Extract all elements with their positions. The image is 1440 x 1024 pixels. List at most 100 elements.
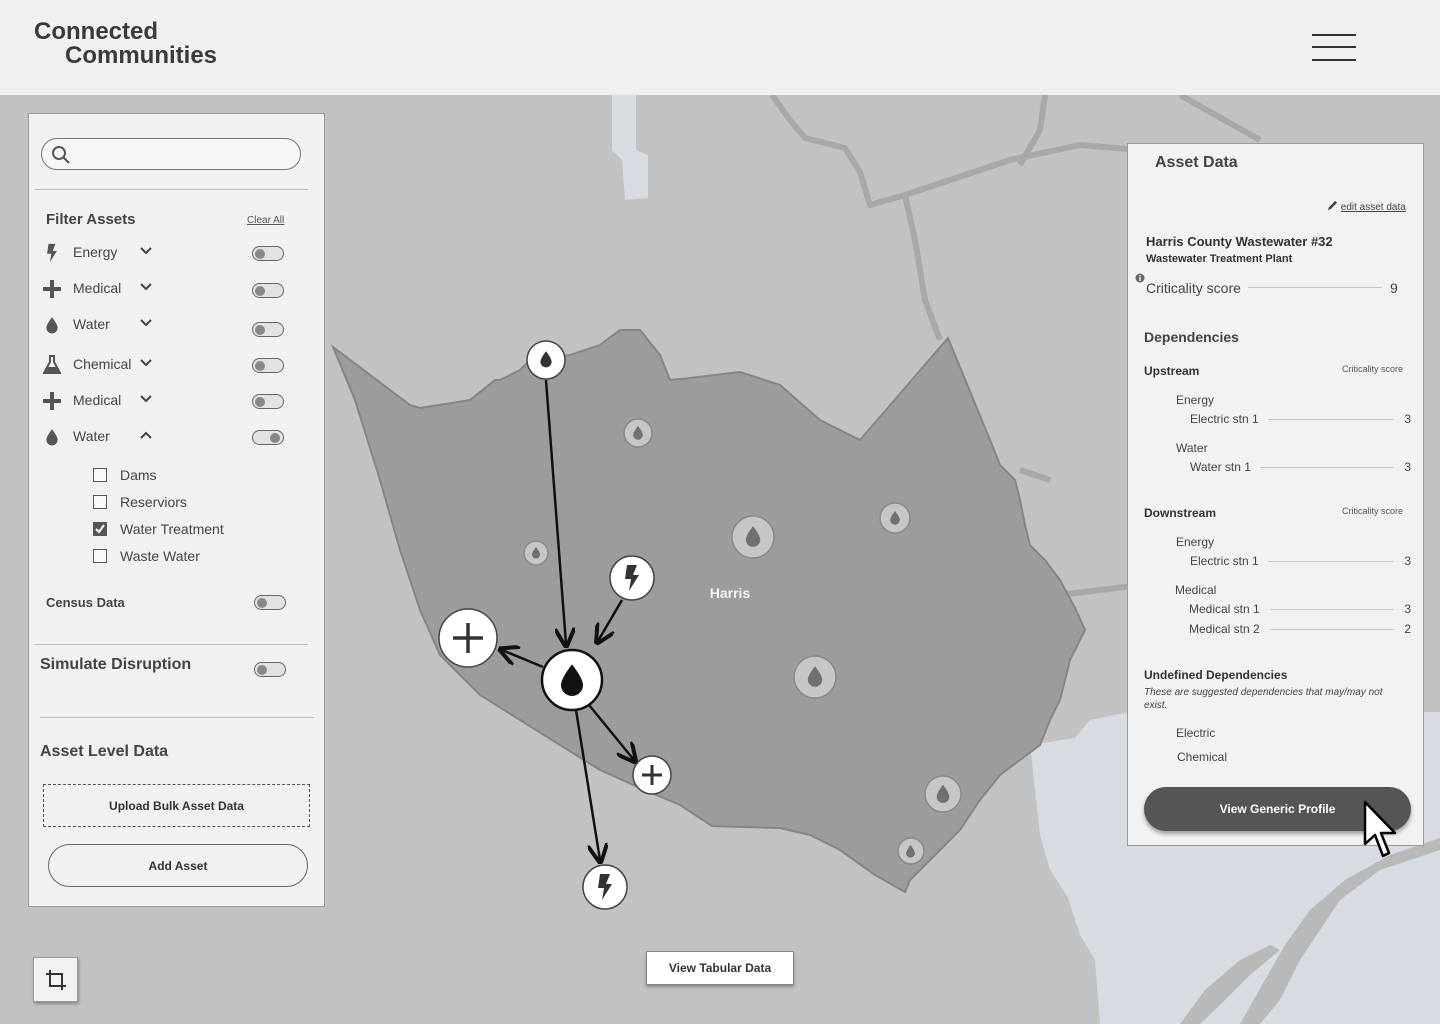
chemical-toggle[interactable] bbox=[252, 358, 284, 373]
criticality-value: 9 bbox=[1390, 280, 1398, 296]
medical-toggle[interactable] bbox=[252, 283, 284, 298]
edit-asset-data-link[interactable]: edit asset data bbox=[1327, 200, 1406, 213]
info-icon[interactable] bbox=[1135, 273, 1145, 283]
dep-item-name[interactable]: Electric stn 1 bbox=[1190, 554, 1259, 568]
filter-label: Chemical bbox=[73, 356, 132, 372]
downstream-medical-marker[interactable] bbox=[438, 608, 498, 668]
dep-item-score: 3 bbox=[1404, 412, 1411, 426]
asset-data-title: Asset Data bbox=[1155, 154, 1238, 171]
water-drop-icon bbox=[41, 427, 63, 447]
water-drop-icon bbox=[41, 315, 63, 335]
filter-label: Medical bbox=[73, 392, 122, 408]
dep-item-score: 3 bbox=[1404, 602, 1411, 616]
energy-toggle[interactable] bbox=[252, 246, 284, 261]
filter-assets-title: Filter Assets bbox=[46, 211, 136, 228]
simulate-disruption-label: Simulate Disruption bbox=[40, 656, 192, 673]
dependencies-title: Dependencies bbox=[1144, 329, 1239, 345]
dep-item-name[interactable]: Water stn 1 bbox=[1190, 460, 1251, 474]
mouse-cursor-icon bbox=[1363, 800, 1397, 858]
asset-type: Wastewater Treatment Plant bbox=[1146, 253, 1293, 265]
upstream-energy-marker[interactable] bbox=[609, 555, 655, 601]
dep-line bbox=[1268, 419, 1394, 420]
edit-asset-data-label: edit asset data bbox=[1340, 202, 1406, 213]
dep-item-name[interactable]: Medical stn 1 bbox=[1189, 602, 1260, 616]
census-data-label: Census Data bbox=[46, 595, 125, 610]
undefined-item[interactable]: Chemical bbox=[1177, 750, 1227, 764]
downstream-energy-marker[interactable] bbox=[582, 864, 628, 910]
app-header: Connected Communities bbox=[0, 0, 1440, 95]
filter-row-energy[interactable]: Energy bbox=[41, 242, 286, 264]
flask-icon bbox=[41, 355, 63, 375]
water-toggle[interactable] bbox=[252, 430, 284, 445]
filter-label: Water bbox=[73, 316, 110, 332]
filter-row-medical[interactable]: Medical bbox=[41, 278, 286, 300]
checkbox[interactable] bbox=[93, 468, 107, 482]
logo-line-2: Communities bbox=[65, 42, 218, 69]
dep-line bbox=[1270, 629, 1394, 630]
dep-item-name[interactable]: Electric stn 1 bbox=[1190, 412, 1259, 426]
dep-item-score: 2 bbox=[1404, 622, 1411, 636]
selected-asset-marker[interactable] bbox=[540, 648, 604, 712]
add-asset-button[interactable]: Add Asset bbox=[48, 844, 308, 887]
downstream-score-header: Criticality score bbox=[1342, 506, 1404, 516]
dep-category: Energy bbox=[1176, 535, 1215, 549]
water-toggle[interactable] bbox=[252, 322, 284, 337]
asset-level-data-title: Asset Level Data bbox=[40, 743, 169, 760]
criticality-line bbox=[1248, 287, 1382, 288]
chevron-down-icon[interactable] bbox=[139, 356, 153, 370]
search-input[interactable] bbox=[76, 143, 291, 165]
filter-label: Medical bbox=[73, 280, 122, 296]
simulate-disruption-toggle[interactable] bbox=[254, 662, 286, 677]
search-icon bbox=[52, 146, 70, 164]
subtype-label: Dams bbox=[120, 467, 157, 483]
upstream-water-marker[interactable] bbox=[526, 340, 566, 380]
checkbox[interactable] bbox=[93, 495, 107, 509]
logo-line-1: Connected bbox=[34, 18, 159, 45]
dep-line bbox=[1268, 561, 1394, 562]
upstream-title: Upstream bbox=[1144, 364, 1200, 378]
asset-data-panel: Asset Data edit asset data Harris County… bbox=[1127, 143, 1424, 846]
dep-line bbox=[1260, 467, 1394, 468]
filter-row-water[interactable]: Water bbox=[41, 314, 286, 337]
medical-toggle[interactable] bbox=[252, 394, 284, 409]
dep-item-score: 3 bbox=[1404, 460, 1411, 474]
checkbox-checked[interactable] bbox=[93, 522, 107, 536]
chevron-down-icon[interactable] bbox=[139, 316, 153, 330]
filter-row-medical-2[interactable]: Medical bbox=[41, 390, 286, 412]
subtype-label: Waste Water bbox=[120, 548, 200, 564]
dep-item-name[interactable]: Medical stn 2 bbox=[1189, 622, 1260, 636]
clear-all-link[interactable]: Clear All bbox=[247, 215, 284, 226]
dep-line bbox=[1270, 609, 1394, 610]
harris-county-region[interactable] bbox=[330, 329, 1087, 894]
undefined-dependencies-note: These are suggested dependencies that ma… bbox=[1144, 687, 1383, 711]
divider bbox=[35, 189, 308, 190]
subtype-label: Water Treatment bbox=[120, 521, 224, 537]
filter-row-water-2[interactable]: Water bbox=[41, 426, 286, 448]
app-logo[interactable]: Connected Communities bbox=[34, 20, 217, 68]
chevron-down-icon[interactable] bbox=[139, 392, 153, 406]
view-tabular-data-button[interactable]: View Tabular Data bbox=[646, 951, 794, 985]
chevron-down-icon[interactable] bbox=[139, 244, 153, 258]
cross-icon bbox=[41, 279, 63, 299]
undefined-item[interactable]: Electric bbox=[1176, 726, 1215, 740]
chevron-up-icon[interactable] bbox=[139, 428, 153, 442]
filter-label: Energy bbox=[73, 244, 118, 260]
subtype-label: Reserviors bbox=[120, 494, 187, 510]
upload-bulk-asset-data-button[interactable]: Upload Bulk Asset Data bbox=[43, 784, 310, 827]
upstream-score-header: Criticality score bbox=[1342, 364, 1404, 374]
pencil-icon bbox=[1327, 200, 1338, 211]
asset-name: Harris County Wastewater #32 bbox=[1146, 234, 1333, 249]
downstream-medical-marker-2[interactable] bbox=[632, 755, 672, 795]
crop-tool-button[interactable] bbox=[33, 957, 78, 1002]
hamburger-menu-icon[interactable] bbox=[1312, 34, 1356, 62]
checkbox[interactable] bbox=[93, 549, 107, 563]
criticality-label: Criticality score bbox=[1146, 280, 1241, 296]
filter-panel: Filter Assets Clear All Energy Medical W… bbox=[28, 113, 325, 907]
search-box[interactable] bbox=[41, 138, 301, 170]
census-data-toggle[interactable] bbox=[254, 595, 286, 610]
filter-row-chemical[interactable]: Chemical bbox=[41, 354, 286, 376]
chevron-down-icon[interactable] bbox=[139, 280, 153, 294]
undefined-dependencies-title: Undefined Dependencies bbox=[1144, 668, 1288, 682]
lightning-icon bbox=[41, 243, 63, 263]
cross-icon bbox=[41, 391, 63, 411]
